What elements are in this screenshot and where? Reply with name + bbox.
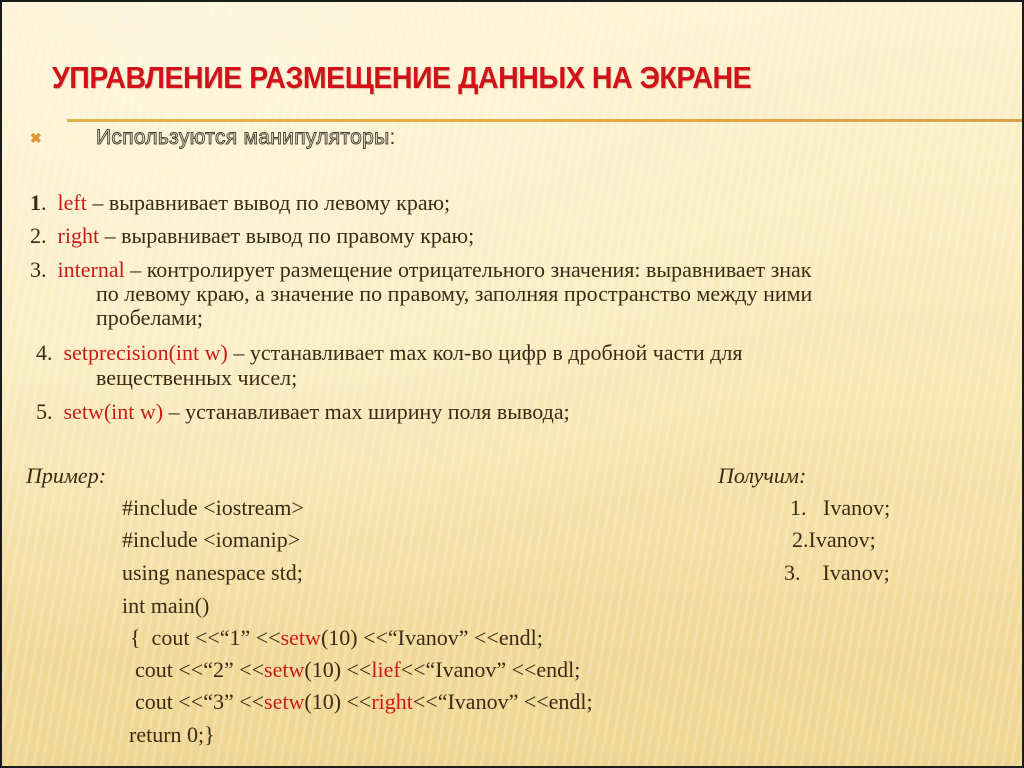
code-keyword: setw — [264, 657, 305, 682]
code-text: #include <iomanip> — [122, 527, 301, 552]
example-label: Пример: — [26, 463, 107, 488]
code-text: #include <iostream> — [122, 495, 304, 520]
code-text: cout <<“2” << — [135, 657, 265, 682]
code-line: int main() — [122, 590, 209, 622]
code-line: #include <iostream> — [122, 492, 304, 524]
code-text: (10) << — [304, 689, 372, 714]
code-line: cout <<“2” <<setw(10) <<lief<<“Ivanov” <… — [135, 654, 580, 686]
code-text: cout <<“3” << — [135, 689, 265, 714]
example-section: Пример: #include <iostream> #include <iom… — [2, 2, 1022, 766]
code-text: <<“Ivanov” <<endl; — [400, 657, 581, 682]
code-text: (10) << — [304, 657, 372, 682]
code-line: using nanespace std; — [122, 557, 303, 589]
code-text: { cout <<“1” << — [130, 625, 281, 650]
code-keyword: setw — [264, 689, 305, 714]
code-text: using nanespace std; — [122, 560, 303, 585]
code-line: #include <iomanip> — [122, 524, 300, 556]
result-line: 1. Ivanov; — [790, 495, 891, 520]
code-line: return 0;} — [129, 719, 215, 751]
code-keyword: setw — [280, 625, 321, 650]
slide: УПРАВЛЕНИЕ РАЗМЕЩЕНИЕ ДАННЫХ НА ЭКРАНЕ ✖… — [2, 2, 1022, 766]
code-text: <<“Ivanov” <<endl; — [412, 689, 593, 714]
code-text: int main() — [122, 593, 210, 618]
code-keyword: lief — [371, 657, 401, 682]
result-line: 3. Ivanov; — [784, 560, 890, 585]
code-keyword: right — [371, 689, 413, 714]
code-text: return 0;} — [129, 722, 215, 747]
result-label: Получим: — [718, 463, 807, 488]
code-line: cout <<“3” <<setw(10) <<right<<“Ivanov” … — [135, 686, 593, 718]
result-line: 2.Ivanov; — [792, 527, 876, 552]
code-line: { cout <<“1” <<setw(10) <<“Ivanov” <<end… — [130, 622, 543, 654]
code-text: (10) <<“Ivanov” <<endl; — [320, 625, 543, 650]
